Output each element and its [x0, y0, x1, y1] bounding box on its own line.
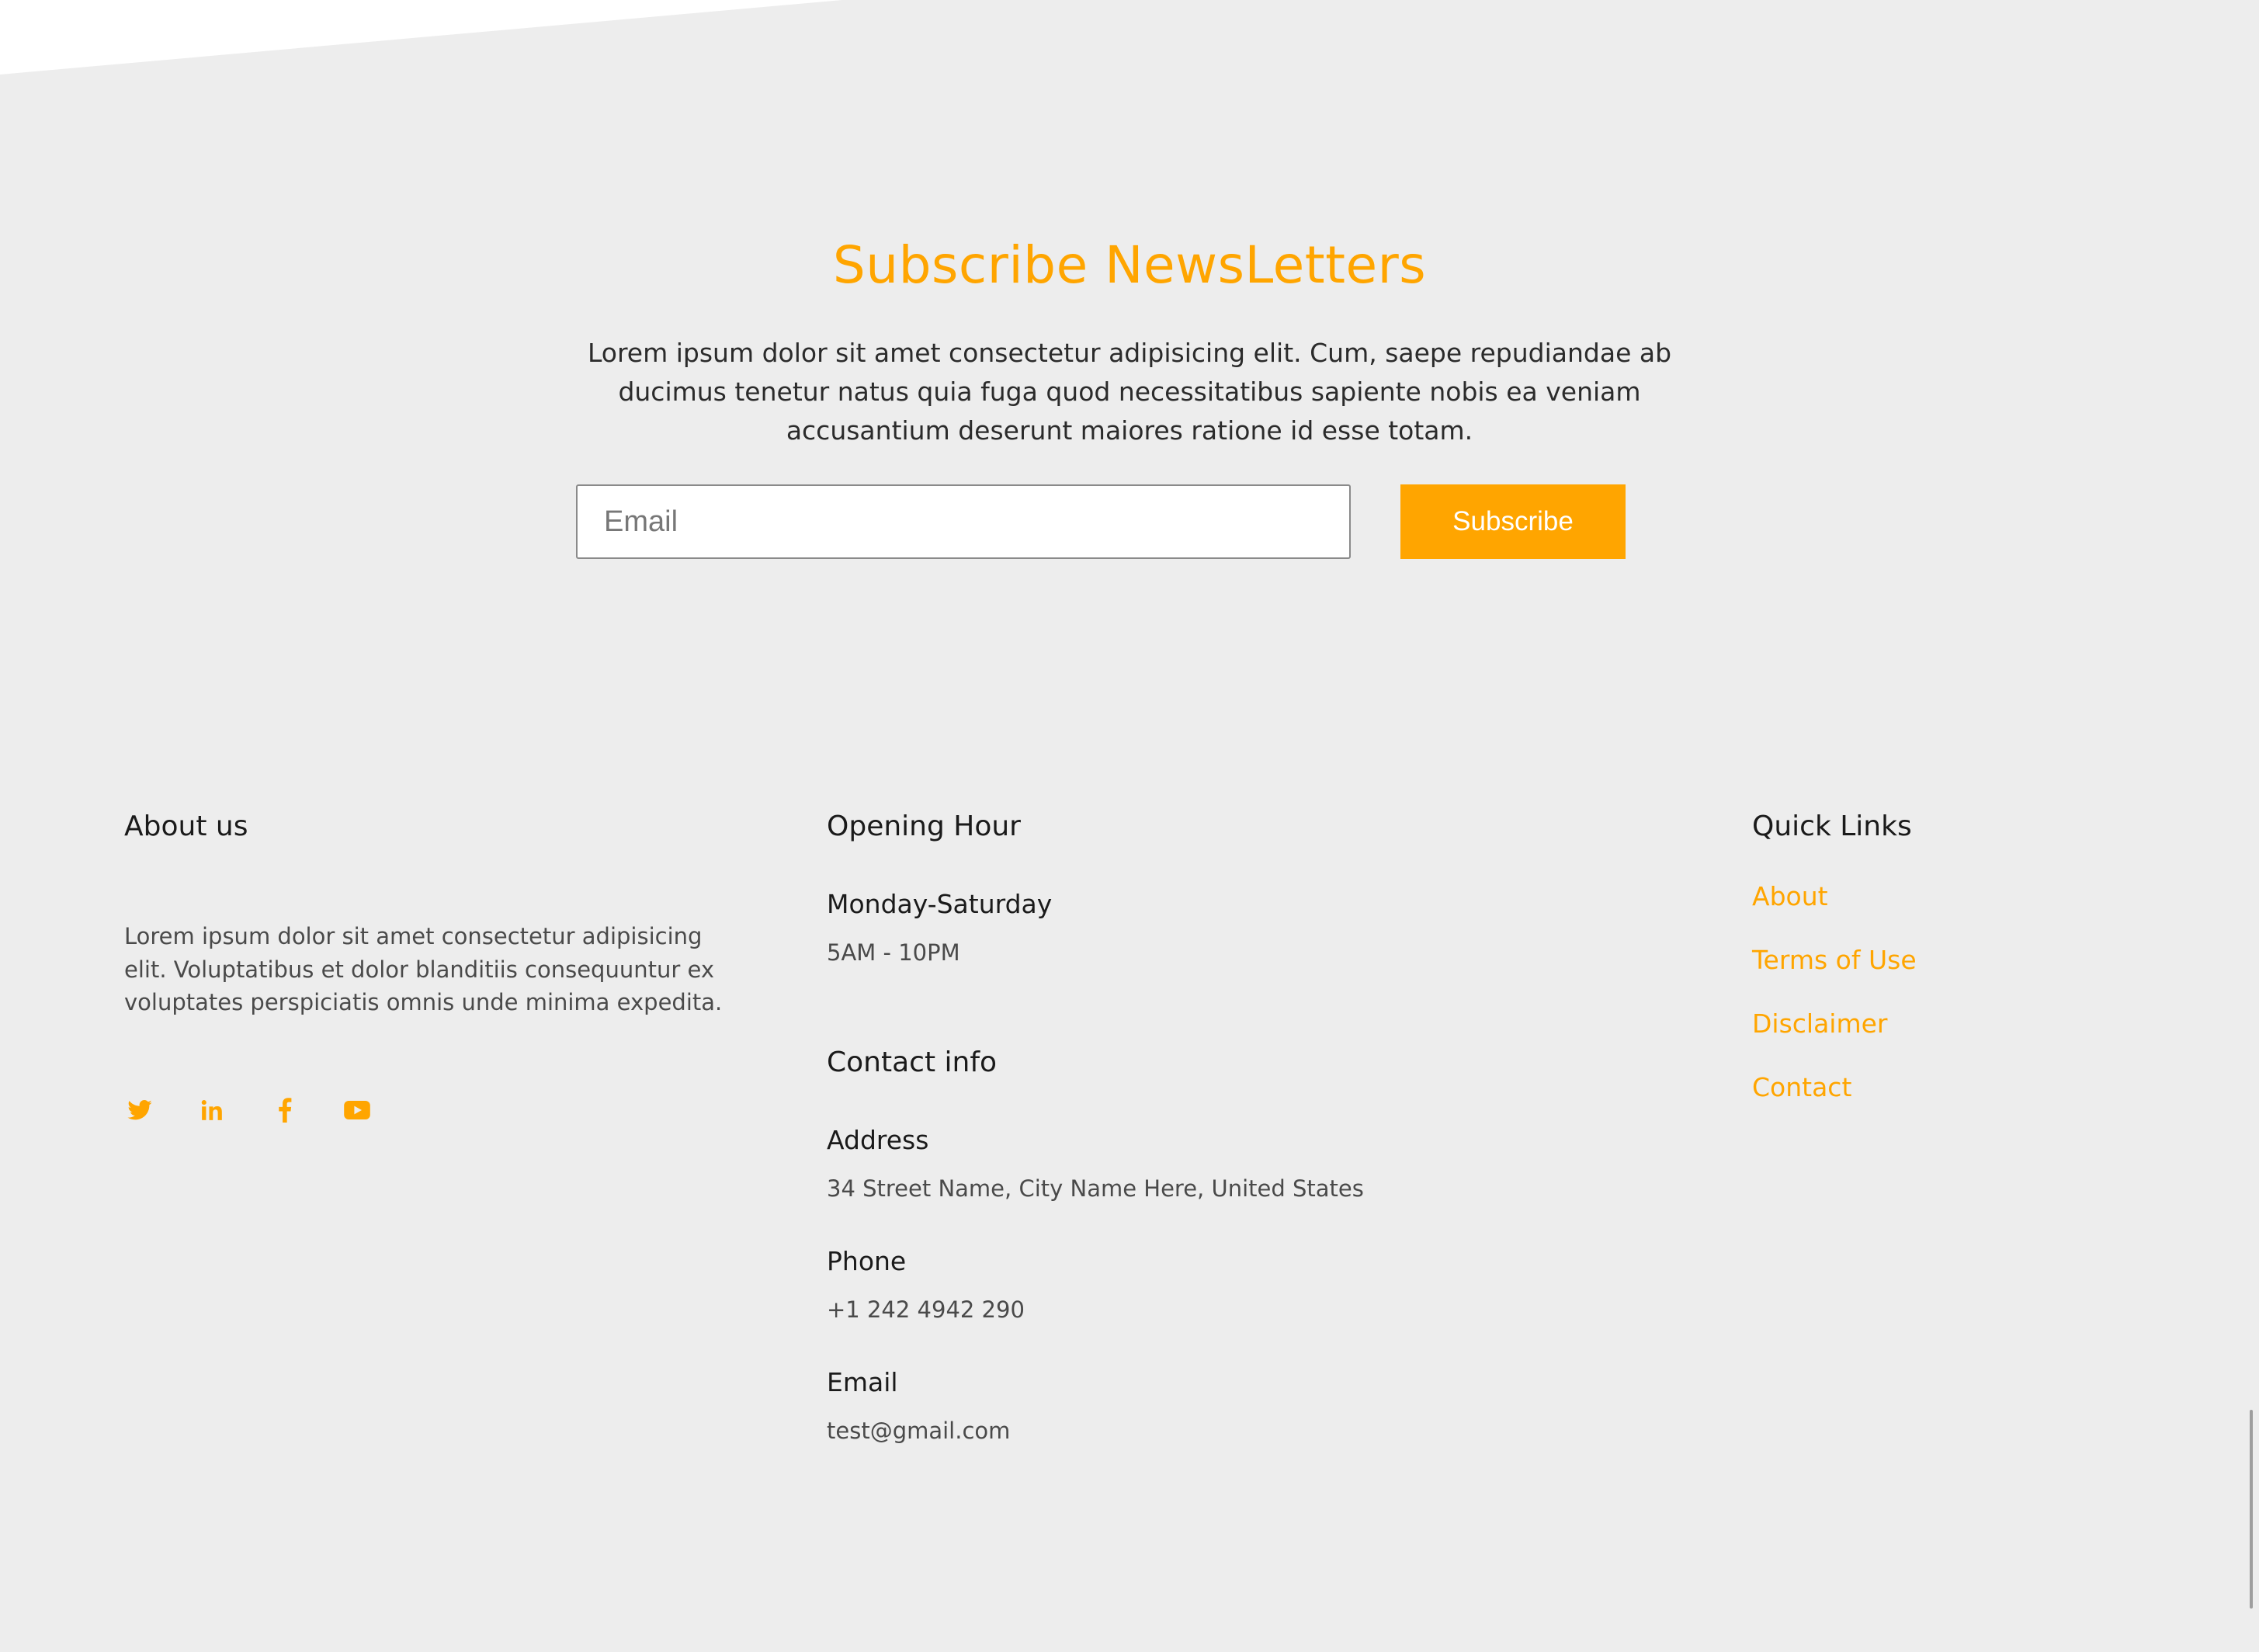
- quick-link-item: Terms of Use: [1752, 941, 1917, 1005]
- quick-link-terms-of-use[interactable]: Terms of Use: [1752, 945, 1917, 975]
- newsletter-description: Lorem ipsum dolor sit amet consectetur a…: [587, 338, 1672, 446]
- facebook-icon: [279, 1098, 292, 1123]
- about-heading: About us: [124, 810, 248, 842]
- contact-info-heading: Contact info: [827, 1046, 998, 1078]
- opening-hour-heading: Opening Hour: [827, 810, 1021, 842]
- quick-link-contact[interactable]: Contact: [1752, 1072, 1851, 1102]
- facebook-link[interactable]: [269, 1091, 300, 1130]
- page: Subscribe NewsLetters Lorem ipsum dolor …: [0, 0, 2259, 1652]
- opening-days: Monday-Saturday: [827, 889, 1053, 919]
- youtube-icon: [344, 1101, 370, 1119]
- email-value: test@gmail.com: [827, 1418, 1011, 1444]
- email-label: Email: [827, 1367, 898, 1397]
- linkedin-link[interactable]: [196, 1091, 227, 1130]
- top-section-divider: [0, 0, 842, 75]
- quick-link-item: About: [1752, 877, 1917, 941]
- newsletter-form: Subscribe: [576, 484, 1626, 559]
- quick-links-list: About Terms of Use Disclaimer Contact: [1752, 877, 1917, 1132]
- address-value: 34 Street Name, City Name Here, United S…: [827, 1175, 1364, 1202]
- address-label: Address: [827, 1125, 929, 1155]
- page-scrollbar[interactable]: [2245, 0, 2259, 1652]
- quick-link-about[interactable]: About: [1752, 881, 1828, 911]
- quick-links-heading: Quick Links: [1752, 810, 1912, 842]
- phone-label: Phone: [827, 1246, 907, 1276]
- email-input[interactable]: [576, 484, 1351, 559]
- quick-link-item: Contact: [1752, 1068, 1917, 1132]
- newsletter-title: Subscribe NewsLetters: [832, 235, 1427, 295]
- about-text: Lorem ipsum dolor sit amet consectetur a…: [124, 923, 723, 1015]
- scrollbar-thumb[interactable]: [2250, 1410, 2253, 1609]
- phone-value: +1 242 4942 290: [827, 1296, 1025, 1323]
- social-links: [124, 1091, 435, 1130]
- opening-hours: 5AM - 10PM: [827, 939, 960, 966]
- subscribe-button[interactable]: Subscribe: [1400, 484, 1626, 559]
- youtube-link[interactable]: [342, 1091, 373, 1130]
- twitter-link[interactable]: [124, 1091, 155, 1130]
- quick-link-item: Disclaimer: [1752, 1005, 1917, 1068]
- linkedin-icon: [201, 1100, 222, 1120]
- quick-link-disclaimer[interactable]: Disclaimer: [1752, 1008, 1888, 1039]
- twitter-icon: [127, 1100, 152, 1120]
